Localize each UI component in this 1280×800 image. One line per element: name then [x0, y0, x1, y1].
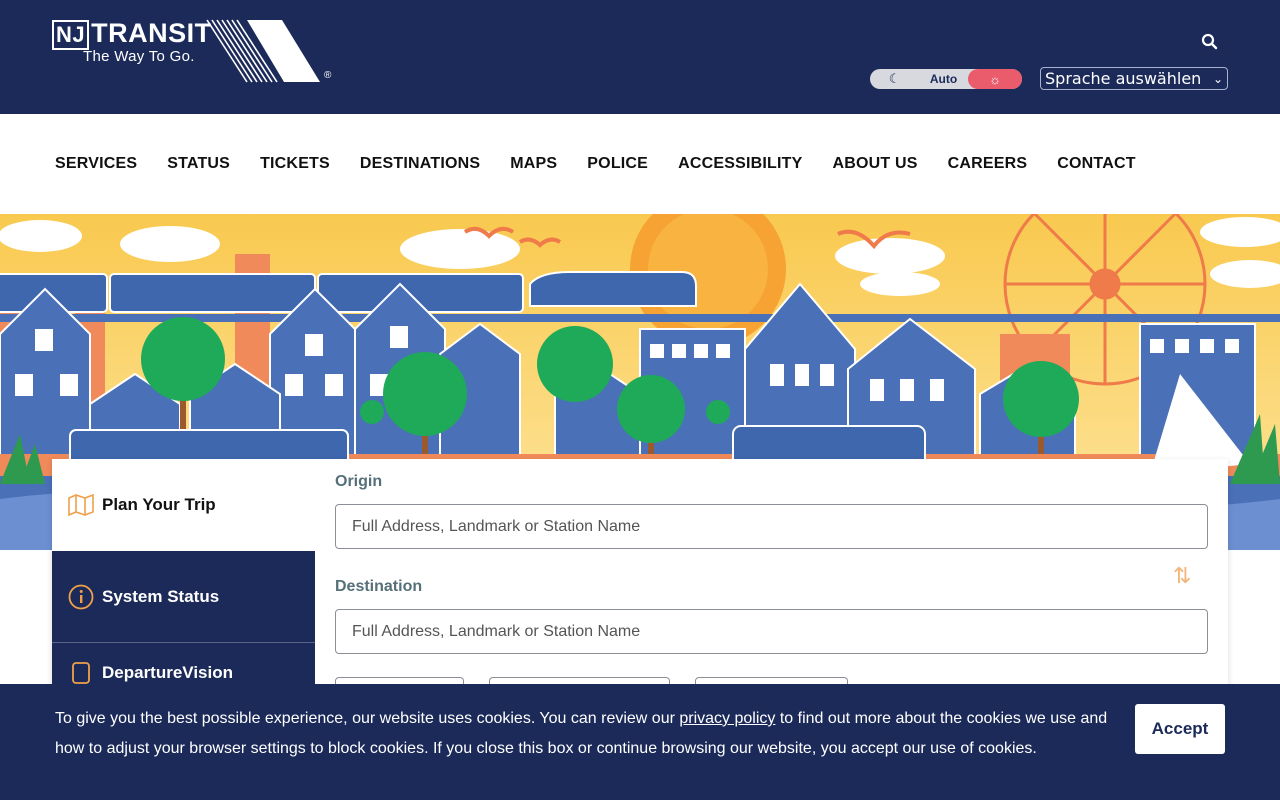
tab-dv-label: DepartureVision [102, 663, 234, 682]
nav-item-about-us[interactable]: ABOUT US [832, 155, 917, 173]
color-mode-toggle[interactable]: ☾ Auto ☼ [870, 69, 1022, 89]
destination-label: Destination [335, 578, 423, 595]
device-icon [68, 660, 94, 686]
tab-system-status[interactable]: System Status [52, 551, 315, 643]
nav-item-destinations[interactable]: DESTINATIONS [360, 155, 480, 173]
accept-cookies-button[interactable]: Accept [1135, 704, 1225, 754]
nav-item-contact[interactable]: CONTACT [1057, 155, 1135, 173]
cookie-text-start: To give you the best possible experience… [55, 710, 680, 727]
destination-placeholder: Full Address, Landmark or Station Name [352, 622, 641, 640]
site-header: NJ TRANSIT The Way To Go. ® ☾ Auto ☼ Spr… [0, 0, 1280, 114]
map-icon [68, 492, 94, 518]
cookie-banner: To give you the best possible experience… [0, 684, 1280, 800]
auto-mode-option[interactable]: Auto [919, 69, 968, 89]
moon-icon[interactable]: ☾ [870, 69, 919, 89]
planner-sidebar: Plan Your Trip System Status DepartureVi… [52, 459, 315, 703]
chevron-down-icon: ⌄ [1212, 71, 1223, 86]
destination-input[interactable]: Full Address, Landmark or Station Name [335, 609, 1208, 654]
logo-tagline: The Way To Go. [83, 48, 195, 65]
search-icon [1201, 33, 1218, 50]
logo-nj: NJ [52, 20, 90, 50]
trip-planner-card: Plan Your Trip System Status DepartureVi… [52, 459, 1228, 707]
nav-item-services[interactable]: SERVICES [55, 155, 137, 173]
swap-locations-icon[interactable]: ⇅ [1173, 563, 1191, 589]
nav-item-maps[interactable]: MAPS [510, 155, 557, 173]
nj-transit-logo[interactable]: NJ TRANSIT The Way To Go. ® [52, 18, 342, 84]
origin-label: Origin [335, 473, 383, 490]
logo-transit: TRANSIT [91, 18, 212, 48]
trip-form: Origin Full Address, Landmark or Station… [335, 459, 1208, 707]
registered-mark: ® [324, 70, 332, 81]
sun-icon[interactable]: ☼ [968, 69, 1022, 89]
privacy-policy-link[interactable]: privacy policy [679, 710, 775, 727]
nav-item-status[interactable]: STATUS [167, 155, 230, 173]
nav-item-police[interactable]: POLICE [587, 155, 648, 173]
logo-wordmark: NJ TRANSIT [52, 18, 212, 50]
nav-item-accessibility[interactable]: ACCESSIBILITY [678, 155, 802, 173]
language-select[interactable]: Sprache auswählen ⌄ [1040, 67, 1228, 90]
language-select-value: Sprache auswählen [1045, 69, 1202, 88]
cookie-message: To give you the best possible experience… [55, 704, 1115, 764]
nav-item-tickets[interactable]: TICKETS [260, 155, 330, 173]
tab-status-label: System Status [102, 586, 220, 606]
search-button[interactable] [1200, 32, 1220, 52]
origin-input[interactable]: Full Address, Landmark or Station Name [335, 504, 1208, 549]
nav-item-careers[interactable]: CAREERS [948, 155, 1028, 173]
info-icon [68, 584, 94, 610]
tab-plan-label: Plan Your Trip [102, 495, 216, 514]
logo-stripes-icon [206, 19, 320, 83]
main-nav: SERVICES STATUS TICKETS DESTINATIONS MAP… [0, 114, 1280, 214]
origin-placeholder: Full Address, Landmark or Station Name [352, 517, 641, 535]
tab-plan-your-trip[interactable]: Plan Your Trip [52, 459, 315, 551]
